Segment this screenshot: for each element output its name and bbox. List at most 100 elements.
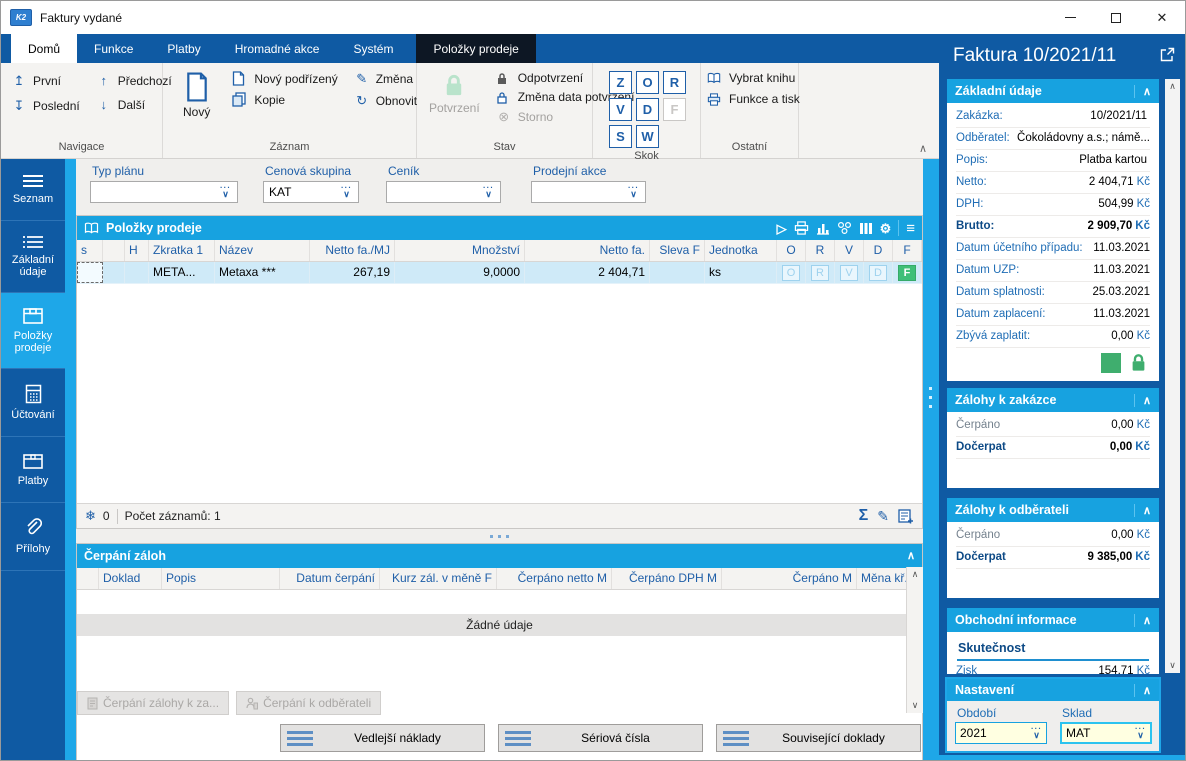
settings-search-icon[interactable]: ⚙: [880, 222, 892, 235]
flag-cell[interactable]: V: [835, 262, 864, 283]
obdobi-input[interactable]: [960, 726, 1028, 740]
card-header[interactable]: Zálohy k zakázce ∧: [947, 388, 1159, 412]
column-header[interactable]: Netto fa./MJ: [310, 240, 395, 261]
sidebar-item-platby[interactable]: Platby: [1, 437, 65, 503]
first-button[interactable]: ↥ První: [11, 73, 80, 89]
row-cell[interactable]: [125, 262, 149, 283]
column-header[interactable]: D: [864, 240, 893, 261]
jump-d-button[interactable]: D: [636, 98, 659, 121]
collapse-icon[interactable]: ∧: [1133, 683, 1151, 697]
sidebar-item-uctovani[interactable]: Účtování: [1, 369, 65, 437]
dropdown-icon[interactable]: ··· ∨: [625, 184, 642, 199]
cenova-skupina-input[interactable]: [269, 185, 338, 199]
collapse-icon[interactable]: ∧: [1133, 84, 1151, 98]
collapse-icon[interactable]: ∧: [1133, 393, 1151, 407]
select-book-button[interactable]: Vybrat knihu: [707, 71, 800, 85]
column-header[interactable]: Zkratka 1: [149, 240, 215, 261]
related-records-icon[interactable]: [837, 221, 852, 235]
row-cell[interactable]: ks: [705, 262, 777, 283]
row-cell[interactable]: 2 404,71: [525, 262, 650, 283]
change-button[interactable]: ✎ Změna: [354, 71, 417, 87]
previous-button[interactable]: ↑ Předchozí: [96, 73, 171, 88]
souvisejici-doklady-button[interactable]: Související doklady: [716, 724, 921, 752]
function-print-button[interactable]: Funkce a tisk: [707, 92, 800, 106]
obdobi-combo[interactable]: ···∨: [955, 722, 1047, 744]
sum-icon[interactable]: Σ: [859, 507, 869, 525]
seriova-cisla-button[interactable]: Sériová čísla: [498, 724, 703, 752]
column-header[interactable]: Kurz zál. v měně F: [380, 568, 497, 589]
maximize-button[interactable]: [1093, 1, 1139, 34]
sidebar-item-zakladni-udaje[interactable]: Základní údaje: [1, 221, 65, 293]
collapse-icon[interactable]: ∧: [907, 550, 915, 562]
add-note-icon[interactable]: [898, 508, 914, 524]
column-header[interactable]: O: [777, 240, 806, 261]
column-header[interactable]: V: [835, 240, 864, 261]
tab-platby[interactable]: Platby: [150, 34, 217, 63]
jump-o-button[interactable]: O: [636, 71, 659, 94]
close-button[interactable]: ✕: [1139, 1, 1185, 34]
column-header[interactable]: Měna kř.: [857, 568, 907, 589]
copy-button[interactable]: Kopie: [232, 92, 337, 107]
tab-polozky-prodeje[interactable]: Položky prodeje: [416, 34, 536, 63]
table-row[interactable]: META... Metaxa *** 267,19 9,0000 2 404,7…: [77, 262, 922, 284]
scroll-down-icon[interactable]: ∨: [912, 700, 919, 711]
card-header[interactable]: Obchodní informace ∧: [947, 608, 1159, 632]
column-header[interactable]: [103, 240, 125, 261]
jump-v-button[interactable]: V: [609, 98, 632, 121]
sklad-combo[interactable]: ···∨: [1060, 722, 1152, 744]
run-icon[interactable]: ▷: [777, 222, 787, 235]
column-header[interactable]: Datum čerpání: [280, 568, 380, 589]
ribbon-collapse-icon[interactable]: ∧: [919, 142, 927, 155]
tab-system[interactable]: Systém: [336, 34, 410, 63]
confirm-button[interactable]: Potvrzení: [427, 68, 486, 139]
detail-scrollbar[interactable]: ∧ ∨: [1165, 79, 1180, 673]
dropdown-icon[interactable]: ··· ∨: [480, 184, 497, 199]
horizontal-splitter[interactable]: [76, 529, 923, 543]
tab-hromadne-akce[interactable]: Hromadné akce: [218, 34, 337, 63]
sidebar-item-prilohy[interactable]: Přílohy: [1, 503, 65, 571]
collapse-icon[interactable]: ∧: [1133, 613, 1151, 627]
row-cell[interactable]: Metaxa ***: [215, 262, 310, 283]
collapse-icon[interactable]: ∧: [1133, 503, 1151, 517]
column-header[interactable]: Netto fa.: [525, 240, 650, 261]
jump-w-button[interactable]: W: [636, 125, 659, 148]
column-header[interactable]: Doklad: [99, 568, 162, 589]
dropdown-icon[interactable]: ··· ∨: [1028, 725, 1045, 740]
row-cell[interactable]: [650, 262, 705, 283]
row-cell[interactable]: 9,0000: [395, 262, 525, 283]
column-header[interactable]: Popis: [162, 568, 280, 589]
column-header[interactable]: Název: [215, 240, 310, 261]
flag-cell[interactable]: O: [777, 262, 806, 283]
edit-icon[interactable]: ✎: [877, 508, 889, 525]
print-icon[interactable]: [794, 221, 809, 235]
new-child-button[interactable]: Nový podřízený: [232, 71, 338, 86]
column-header[interactable]: F: [893, 240, 922, 261]
tab-domu[interactable]: Domů: [11, 34, 78, 63]
row-cell[interactable]: [103, 262, 125, 283]
scroll-down-icon[interactable]: ∨: [1169, 660, 1176, 671]
menu-icon[interactable]: ≡: [906, 221, 915, 236]
column-header[interactable]: H: [125, 240, 149, 261]
card-header[interactable]: Zálohy k odběrateli ∧: [947, 498, 1159, 522]
last-button[interactable]: ↧ Poslední: [11, 98, 80, 114]
minimize-button[interactable]: [1047, 1, 1093, 34]
column-header[interactable]: Čerpáno DPH M: [612, 568, 722, 589]
typ-planu-input[interactable]: [96, 185, 217, 199]
column-header[interactable]: [77, 568, 99, 589]
jump-s-button[interactable]: S: [609, 125, 632, 148]
vertical-splitter[interactable]: [923, 159, 939, 760]
scroll-up-icon[interactable]: ∧: [912, 569, 919, 580]
new-button[interactable]: Nový: [173, 68, 216, 139]
column-header[interactable]: Sleva F: [650, 240, 705, 261]
card-header[interactable]: Nastavení ∧: [947, 679, 1159, 701]
typ-planu-combo[interactable]: ··· ∨: [90, 181, 238, 203]
prodejni-akce-input[interactable]: [537, 185, 625, 199]
jump-f-button[interactable]: F: [663, 98, 686, 121]
cenik-input[interactable]: [392, 185, 480, 199]
chart-icon[interactable]: [816, 222, 830, 235]
tab-funkce[interactable]: Funkce: [77, 34, 150, 63]
prodejni-akce-combo[interactable]: ··· ∨: [531, 181, 646, 203]
jump-z-button[interactable]: Z: [609, 71, 632, 94]
flag-cell[interactable]: F: [893, 262, 922, 283]
dropdown-icon[interactable]: ··· ∨: [338, 184, 355, 199]
